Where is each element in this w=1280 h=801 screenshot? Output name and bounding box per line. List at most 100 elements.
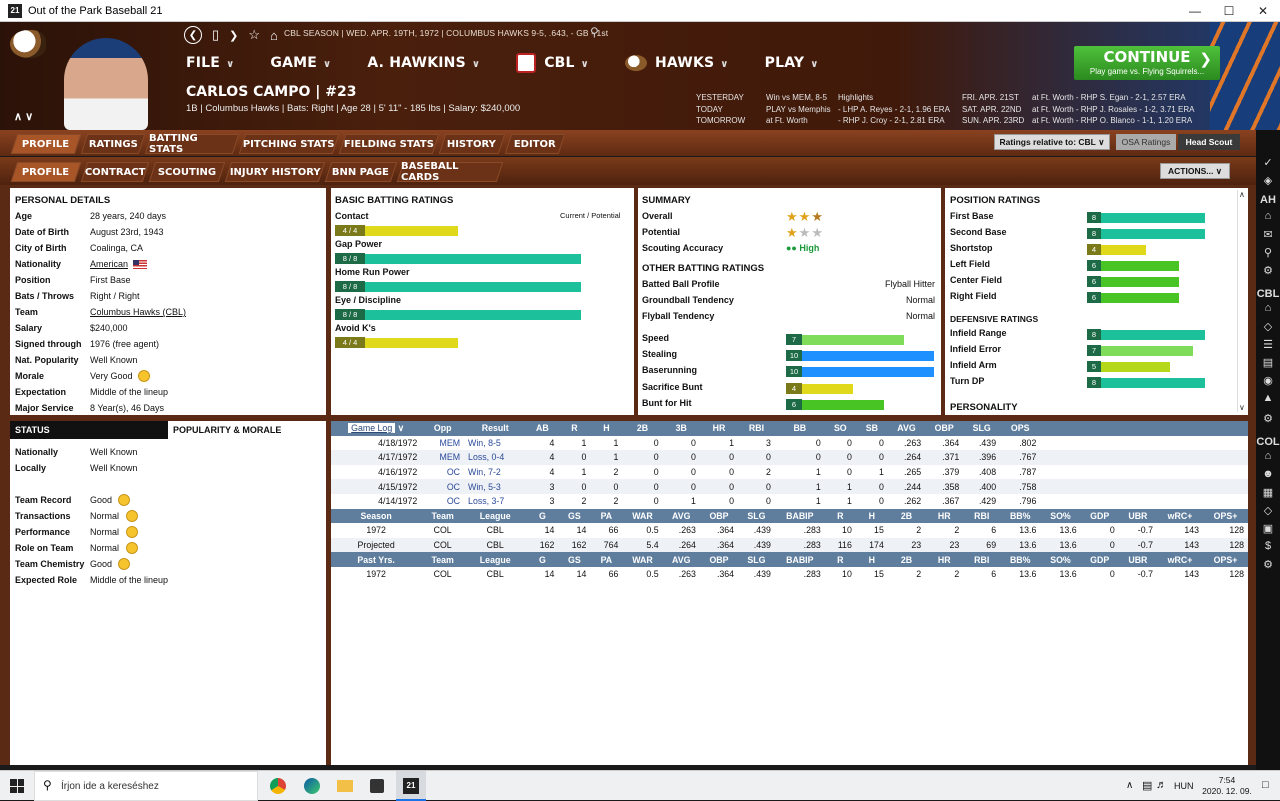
menu-game[interactable]: GAME ∨: [270, 55, 331, 71]
chart-icon[interactable]: ▤: [1256, 356, 1280, 369]
trophy-icon[interactable]: ▲: [1256, 392, 1280, 404]
bookmark-icon[interactable]: ▯: [212, 27, 219, 43]
chrome-icon[interactable]: [270, 778, 286, 794]
column-header[interactable]: OBP: [699, 552, 739, 567]
column-header[interactable]: AVG: [662, 508, 700, 524]
column-header[interactable]: SO: [824, 421, 856, 436]
column-header[interactable]: 2B: [887, 552, 926, 567]
taskbar-search[interactable]: ⚲ Írjon ide a kereséshez: [34, 771, 258, 801]
subtab-bnn-page[interactable]: BNN PAGE: [324, 162, 398, 182]
detail-value[interactable]: Columbus Hawks (CBL): [90, 307, 186, 317]
maximize-button[interactable]: ☐: [1212, 0, 1246, 22]
osa-ratings-button[interactable]: OSA Ratings: [1116, 134, 1176, 150]
store-icon[interactable]: [370, 779, 384, 793]
close-button[interactable]: ✕: [1246, 0, 1280, 22]
tab-pitching-stats[interactable]: PITCHING STATS: [238, 134, 340, 154]
baseball-icon[interactable]: ◉: [1256, 374, 1280, 387]
column-header[interactable]: R: [558, 421, 591, 436]
list-icon[interactable]: ☰: [1256, 338, 1280, 351]
column-header[interactable]: GDP: [1080, 552, 1119, 567]
diamond-icon[interactable]: ◇: [1256, 504, 1280, 517]
home-icon[interactable]: ⌂: [1256, 302, 1280, 314]
column-header[interactable]: BABIP: [774, 508, 825, 524]
detail-value[interactable]: American: [90, 259, 128, 269]
column-header[interactable]: WAR: [622, 508, 663, 524]
folder-icon[interactable]: [337, 780, 353, 792]
player-nav-arrows[interactable]: ∧ ∨: [14, 110, 33, 123]
column-header[interactable]: Result: [464, 421, 527, 436]
search-icon[interactable]: ⚲: [1256, 246, 1280, 259]
column-header[interactable]: GS: [558, 552, 591, 567]
clock[interactable]: 7:54 2020. 12. 09.: [1200, 775, 1254, 797]
table-row[interactable]: 4/15/1972 OC Win, 5-3 3 0 0 0 0 0 0 1 1 0.244.358.40…: [331, 479, 1248, 494]
column-header[interactable]: BB%: [1000, 552, 1041, 567]
subtab-baseball-cards[interactable]: BASEBALL CARDS: [396, 161, 504, 183]
column-header[interactable]: WAR: [622, 552, 663, 567]
ratings-relative-dropdown[interactable]: Ratings relative to: CBL ∨: [994, 134, 1110, 150]
column-header[interactable]: HR: [699, 421, 739, 436]
column-header[interactable]: UBR: [1118, 508, 1157, 524]
scrollbar[interactable]: ∧ ∨: [1237, 190, 1246, 412]
table-row[interactable]: 4/14/1972 OC Loss, 3-7 3 2 2 0 1 0 0 1 1 0 .262 .367 .4…: [331, 494, 1248, 509]
column-header[interactable]: wRC+: [1156, 552, 1204, 567]
subtab-injury-history[interactable]: INJURY HISTORY: [224, 162, 326, 182]
minimize-button[interactable]: —: [1178, 0, 1212, 22]
head-scout-button[interactable]: Head Scout: [1178, 134, 1240, 150]
column-header[interactable]: GS: [558, 508, 591, 524]
table-row[interactable]: 4/18/1972 MEM Win, 8-5 4 1 1 0 0 1 3 0 0 0 .263 .364 .4…: [331, 436, 1248, 451]
jersey-icon[interactable]: ▦: [1256, 486, 1280, 499]
forward-icon[interactable]: ❯: [229, 29, 238, 42]
column-header[interactable]: H: [855, 552, 888, 567]
column-header[interactable]: R: [824, 552, 856, 567]
column-header[interactable]: AVG: [662, 552, 700, 567]
menu-team[interactable]: HAWKS ∨: [624, 55, 729, 71]
menu-manager[interactable]: A. HAWKINS ∨: [367, 55, 480, 71]
column-header[interactable]: RBI: [963, 508, 1001, 524]
gear-icon[interactable]: ⚙: [1256, 412, 1280, 425]
column-header[interactable]: HR: [925, 552, 964, 567]
column-header[interactable]: 2B: [887, 508, 926, 524]
column-header[interactable]: OPS+: [1203, 508, 1248, 524]
notification-icon[interactable]: □: [1262, 779, 1269, 791]
users-icon[interactable]: ☻: [1256, 468, 1280, 480]
money-icon[interactable]: $: [1256, 540, 1280, 552]
home-icon[interactable]: ⌂: [270, 28, 278, 43]
column-header[interactable]: R: [824, 508, 856, 524]
subtab-profile[interactable]: PROFILE: [10, 162, 82, 182]
language-indicator[interactable]: HUN: [1174, 781, 1194, 791]
game-log-select[interactable]: Game Log ∨: [331, 421, 422, 436]
edge-icon[interactable]: [304, 778, 320, 794]
tab-editor[interactable]: EDITOR: [504, 134, 566, 154]
column-header[interactable]: PA: [590, 508, 623, 524]
tray-chevron-icon[interactable]: ∧: [1126, 780, 1133, 791]
home-icon[interactable]: ⌂: [1256, 210, 1280, 222]
subtab-contract[interactable]: CONTRACT: [80, 162, 150, 182]
mail-icon[interactable]: ✉: [1256, 228, 1280, 241]
column-header[interactable]: BABIP: [774, 552, 825, 567]
column-header[interactable]: SLG: [963, 421, 1001, 436]
table-row[interactable]: 4/17/1972 MEM Loss, 0-4 4 0 1 0 0 0 0 0 0 0.264.371.…: [331, 450, 1248, 465]
network-icon[interactable]: ▤: [1142, 779, 1152, 792]
column-header[interactable]: 3B: [662, 421, 700, 436]
column-header[interactable]: RBI: [738, 421, 775, 436]
column-header[interactable]: HR: [925, 508, 964, 524]
home-icon[interactable]: ⌂: [1256, 450, 1280, 462]
column-header[interactable]: G: [526, 552, 559, 567]
check-icon[interactable]: ✓: [1256, 156, 1280, 169]
gear-icon[interactable]: ⚙: [1256, 558, 1280, 571]
tab-status[interactable]: STATUS: [10, 421, 168, 439]
windows-start-icon[interactable]: [10, 779, 24, 793]
column-header[interactable]: UBR: [1118, 552, 1157, 567]
gear-icon[interactable]: ⚙: [1256, 264, 1280, 277]
column-header[interactable]: League: [464, 508, 527, 524]
column-header[interactable]: H: [590, 421, 623, 436]
column-header[interactable]: SB: [855, 421, 888, 436]
column-header[interactable]: GDP: [1080, 508, 1119, 524]
column-header[interactable]: SO%: [1040, 508, 1081, 524]
tab-batting-stats[interactable]: BATTING STATS: [144, 133, 240, 155]
column-header[interactable]: RBI: [963, 552, 1001, 567]
column-header[interactable]: Season: [331, 508, 422, 524]
search-icon[interactable]: ⚲: [590, 25, 599, 39]
cart-icon[interactable]: ▣: [1256, 522, 1280, 535]
volume-icon[interactable]: ♬: [1156, 779, 1167, 791]
